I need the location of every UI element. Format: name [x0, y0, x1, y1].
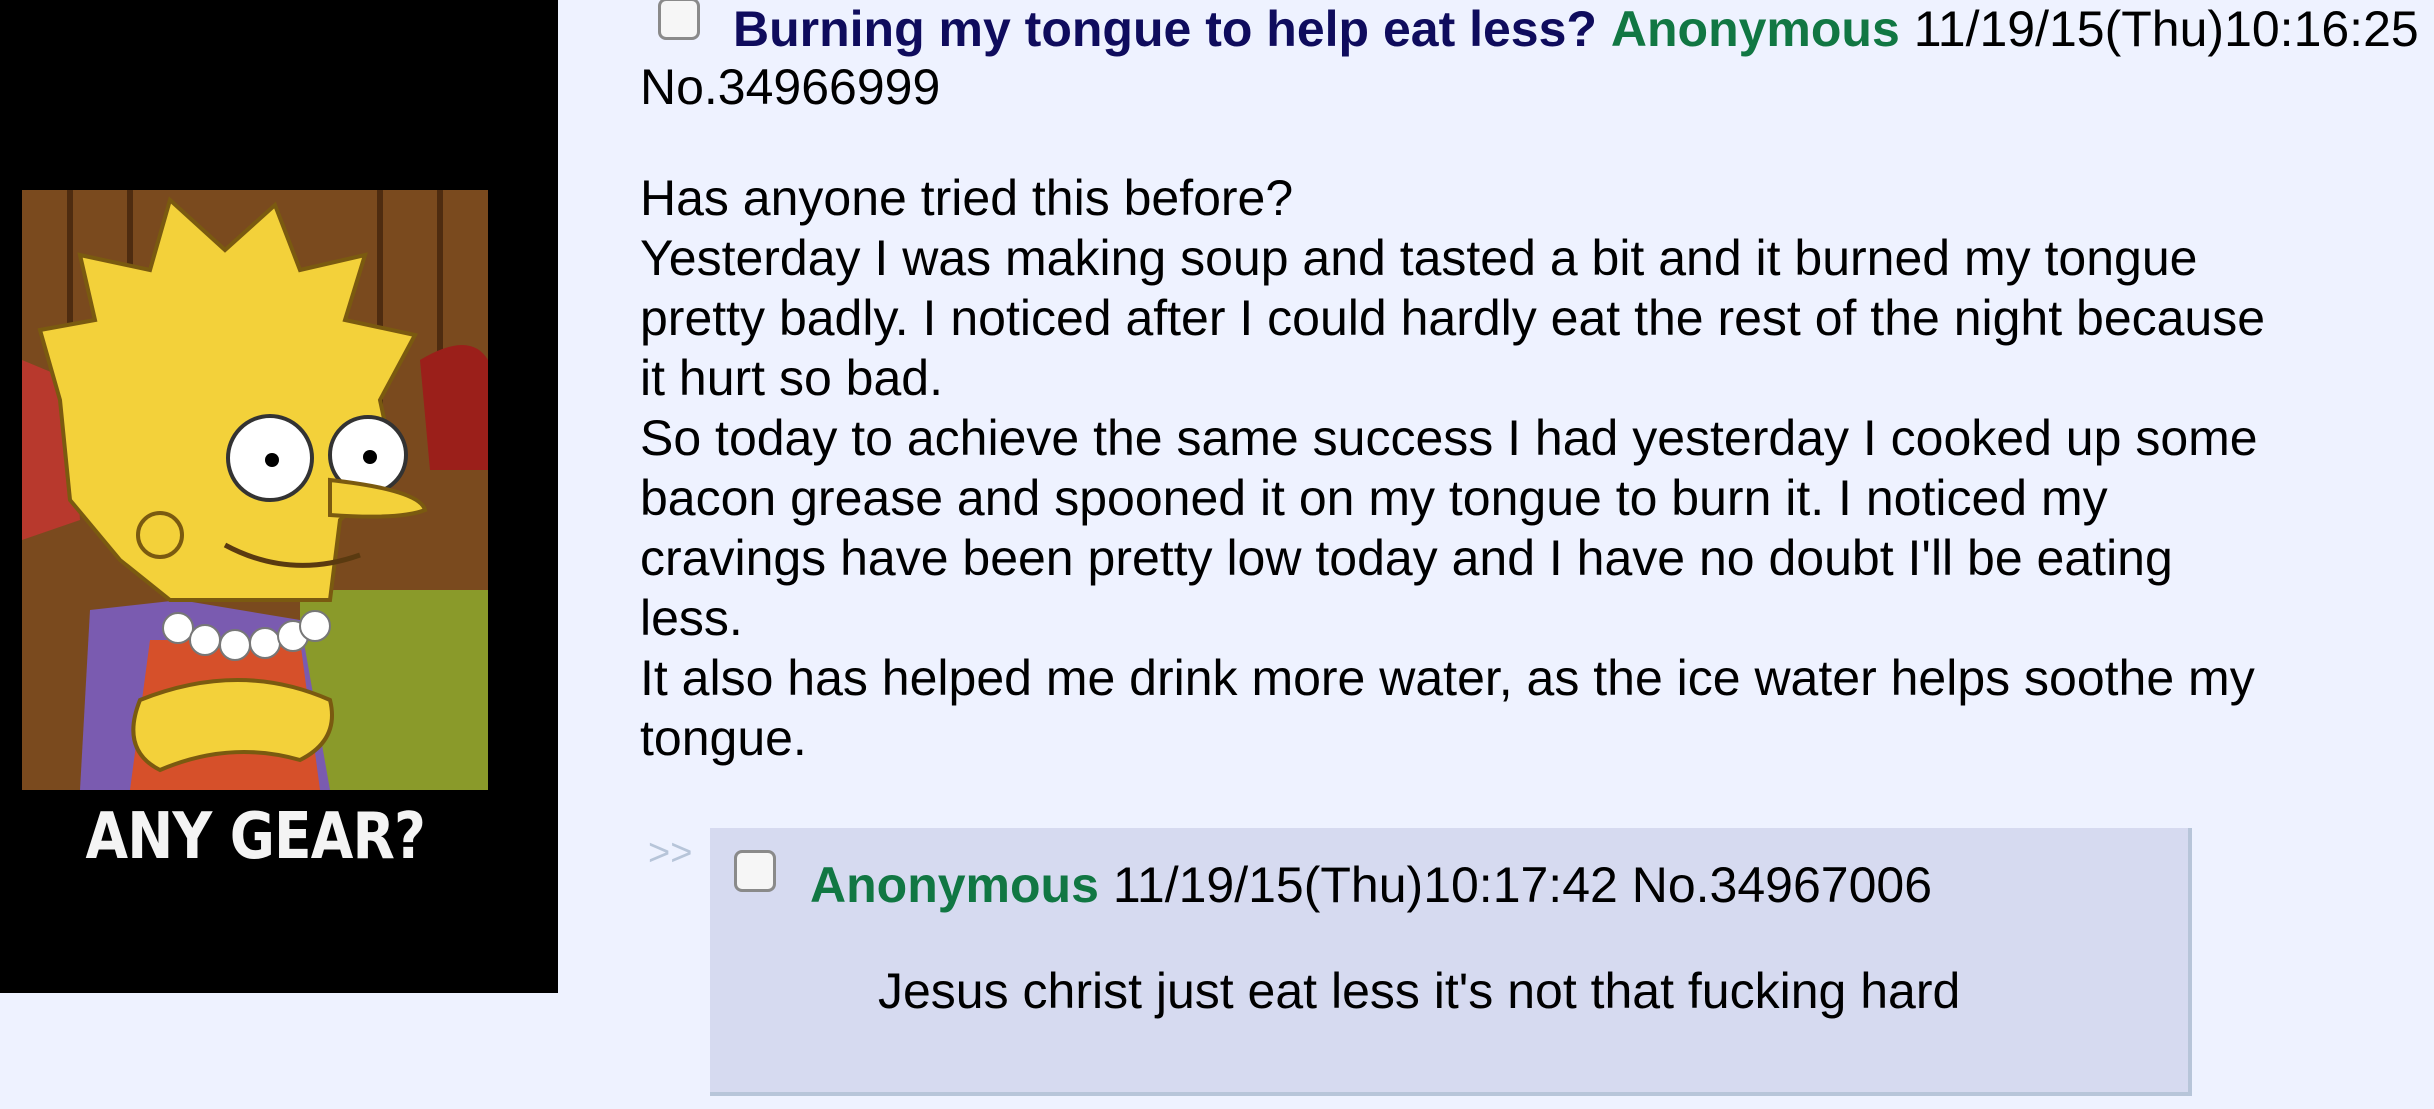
reply-post-number-link[interactable]: No.34967006: [1632, 857, 1932, 913]
reply-post: Anonymous 11/19/15(Thu)10:17:42 No.34967…: [710, 828, 2192, 1096]
reply-header: Anonymous 11/19/15(Thu)10:17:42 No.34967…: [810, 856, 1932, 914]
reply-select-checkbox[interactable]: [734, 850, 776, 892]
op-body-line: So today to achieve the same success I h…: [640, 410, 2258, 646]
image-caption: ANY GEAR?: [85, 800, 426, 874]
thread-page: ANY GEAR? Burning my tongue to help eat …: [0, 0, 2434, 1109]
reply-poster-name: Anonymous: [810, 857, 1099, 913]
op-image-thumbnail[interactable]: ANY GEAR?: [0, 0, 558, 993]
reply-side-arrows: >>: [648, 832, 693, 874]
op-body: Has anyone tried this before? Yesterday …: [640, 168, 2280, 768]
reply-datetime: 11/19/15(Thu)10:17:42: [1112, 857, 1618, 913]
post-number-link[interactable]: No.34966999: [640, 58, 940, 116]
op-body-line: Has anyone tried this before?: [640, 170, 1294, 226]
op-select-checkbox[interactable]: [658, 0, 700, 40]
op-header: Burning my tongue to help eat less? Anon…: [733, 0, 2419, 58]
op-body-line: Yesterday I was making soup and tasted a…: [640, 230, 2266, 406]
post-datetime: 11/19/15(Thu)10:16:25: [1913, 1, 2419, 57]
op-body-line: It also has helped me drink more water, …: [640, 650, 2255, 766]
post-subject: Burning my tongue to help eat less?: [733, 1, 1597, 57]
reply-body: Jesus christ just eat less it's not that…: [878, 963, 1961, 1019]
poster-name: Anonymous: [1610, 1, 1900, 57]
